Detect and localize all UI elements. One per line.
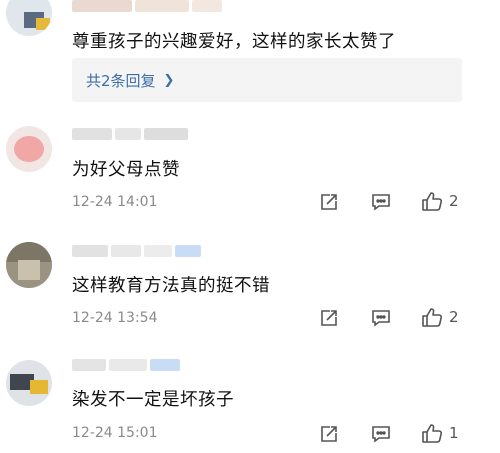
comment-icon	[372, 426, 390, 443]
like-button[interactable]: 1	[421, 423, 459, 443]
thumbs-up-icon	[422, 308, 443, 327]
avatar[interactable]	[6, 360, 52, 406]
username-blurred[interactable]	[72, 0, 222, 14]
view-replies-link[interactable]: 共2条回复 ❯	[86, 70, 174, 91]
chevron-right-icon: ❯	[163, 73, 175, 88]
avatar[interactable]	[6, 126, 52, 172]
replies-count-label: 共2条回复	[86, 72, 156, 90]
share-button[interactable]	[319, 424, 339, 444]
replies-summary[interactable]: 共2条回复 ❯	[72, 58, 462, 102]
comment-text: 尊重孩子的兴趣爱好，这样的家长太赞了	[72, 32, 396, 52]
comment-timestamp: 12-24 15:01	[72, 425, 158, 441]
share-icon	[321, 194, 337, 210]
reply-button[interactable]	[371, 193, 391, 211]
username-blurred[interactable]	[72, 128, 188, 142]
comment-icon	[372, 310, 390, 327]
comment-text: 染发不一定是坏孩子	[72, 390, 234, 410]
share-button[interactable]	[319, 192, 339, 212]
like-count: 2	[449, 192, 459, 210]
username-blurred[interactable]	[72, 245, 201, 259]
avatar[interactable]	[6, 0, 52, 36]
like-count: 1	[449, 424, 459, 442]
comment-icon	[372, 194, 390, 211]
share-icon	[321, 310, 337, 326]
like-button[interactable]: 2	[421, 307, 459, 327]
avatar[interactable]	[6, 242, 52, 288]
comment-timestamp: 12-24 14:01	[72, 194, 158, 210]
thumbs-up-icon	[422, 424, 443, 443]
share-icon	[321, 426, 337, 442]
thumbs-up-icon	[422, 192, 443, 211]
comment-text: 为好父母点赞	[72, 160, 180, 180]
reply-button[interactable]	[371, 425, 391, 443]
share-button[interactable]	[319, 308, 339, 328]
username-blurred[interactable]	[72, 359, 180, 373]
like-button[interactable]: 2	[421, 191, 459, 211]
like-count: 2	[449, 308, 459, 326]
comment-timestamp: 12-24 13:54	[72, 310, 158, 326]
reply-button[interactable]	[371, 309, 391, 327]
comment-text: 这样教育方法真的挺不错	[72, 276, 270, 296]
